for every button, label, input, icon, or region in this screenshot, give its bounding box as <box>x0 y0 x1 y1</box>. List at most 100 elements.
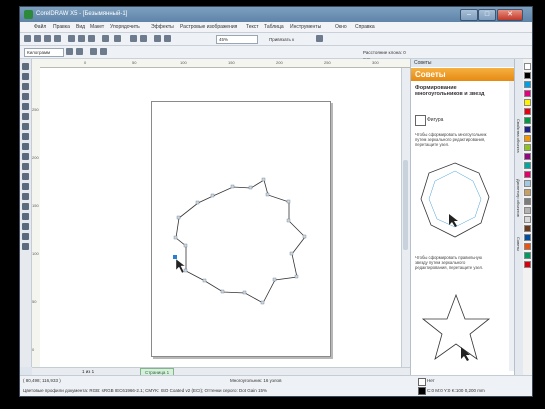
undo-icon[interactable] <box>102 35 109 42</box>
drawing-window[interactable] <box>40 68 409 367</box>
pick-tool-icon[interactable] <box>22 63 29 70</box>
palette-swatch[interactable] <box>524 108 531 115</box>
interactive-fill-tool-icon[interactable] <box>22 243 29 250</box>
paste-icon[interactable] <box>88 35 95 42</box>
open-icon[interactable] <box>34 35 41 42</box>
eyedropper-tool-icon[interactable] <box>22 213 29 220</box>
basic-shapes-tool-icon[interactable] <box>22 153 29 160</box>
polygon-nodes[interactable] <box>173 177 307 305</box>
clone-distance-field[interactable]: Расстояние клона: 0 mm <box>360 48 414 62</box>
menu-table[interactable]: Таблица <box>264 24 284 30</box>
shape-tool-icon[interactable] <box>22 73 29 80</box>
redo-icon[interactable] <box>114 35 121 42</box>
vertical-scroll-thumb[interactable] <box>403 160 408 250</box>
crop-tool-icon[interactable] <box>22 83 29 90</box>
docker-header: Советы <box>411 68 515 81</box>
options-icon[interactable] <box>316 35 323 42</box>
close-button[interactable]: ✕ <box>497 9 523 21</box>
rectangle-tool-icon[interactable] <box>22 123 29 130</box>
tab-object-properties[interactable]: Свойства объекта <box>516 119 521 153</box>
print-icon[interactable] <box>54 35 61 42</box>
color-profile-info[interactable]: Цветовые профили документа: RGB: sRGB IE… <box>23 388 353 393</box>
menu-text[interactable]: Текст <box>246 24 259 30</box>
blend-tool-icon[interactable] <box>22 203 29 210</box>
palette-swatch[interactable] <box>524 63 531 70</box>
text-tool-icon[interactable] <box>22 163 29 170</box>
tab-object-manager[interactable]: Диспетчер объектов <box>516 179 521 217</box>
connector-tool-icon[interactable] <box>22 193 29 200</box>
horizontal-ruler[interactable]: 0 50 100 150 200 250 300 <box>32 59 410 68</box>
selected-node[interactable] <box>173 255 177 259</box>
polygon-shape[interactable] <box>175 179 306 304</box>
fill-tool-icon[interactable] <box>22 233 29 240</box>
object-type-combo[interactable]: Килограмм <box>24 48 64 57</box>
palette-swatch[interactable] <box>524 216 531 223</box>
welcome-screen-icon[interactable] <box>164 35 171 42</box>
ruler-label: 100 <box>32 251 39 256</box>
palette-swatch[interactable] <box>524 162 531 169</box>
palette-swatch[interactable] <box>524 135 531 142</box>
dimension-tool-icon[interactable] <box>22 183 29 190</box>
menu-arrange[interactable]: Упорядочить <box>110 24 140 30</box>
menu-effects[interactable]: Эффекты <box>151 24 174 30</box>
application-launcher-icon[interactable] <box>154 35 161 42</box>
menu-edit[interactable]: Правка <box>53 24 70 30</box>
palette-swatch[interactable] <box>524 90 531 97</box>
palette-swatch[interactable] <box>524 225 531 232</box>
copy-icon[interactable] <box>78 35 85 42</box>
hint-heading: Формирование многоугольников и звезд <box>415 85 485 97</box>
zoom-levels-combo[interactable]: 45% <box>216 35 258 44</box>
nudge-icon[interactable] <box>100 48 107 55</box>
palette-swatch[interactable] <box>524 234 531 241</box>
ruler-label: 250 <box>32 107 39 112</box>
new-icon[interactable] <box>24 35 31 42</box>
table-tool-icon[interactable] <box>22 173 29 180</box>
save-icon[interactable] <box>44 35 51 42</box>
portrait-icon[interactable] <box>66 48 73 55</box>
menu-tools[interactable]: Инструменты <box>290 24 321 30</box>
palette-swatch[interactable] <box>524 144 531 151</box>
hint-bullet-2: Чтобы сформировать правильную звезду пут… <box>415 255 484 270</box>
freehand-tool-icon[interactable] <box>22 103 29 110</box>
export-icon[interactable] <box>140 35 147 42</box>
landscape-icon[interactable] <box>76 48 83 55</box>
palette-swatch[interactable] <box>524 72 531 79</box>
ruler-label: 50 <box>132 60 137 65</box>
palette-swatch[interactable] <box>524 252 531 259</box>
menu-window[interactable]: Окно <box>335 24 347 30</box>
palette-swatch[interactable] <box>524 117 531 124</box>
palette-swatch[interactable] <box>524 153 531 160</box>
palette-swatch[interactable] <box>524 207 531 214</box>
palette-swatch[interactable] <box>524 99 531 106</box>
minimize-button[interactable]: – <box>460 9 478 21</box>
ruler-label: 250 <box>324 60 331 65</box>
maximize-button[interactable]: □ <box>478 9 496 21</box>
polygon-tool-icon[interactable] <box>22 143 29 150</box>
menu-view[interactable]: Вид <box>76 24 85 30</box>
smart-fill-tool-icon[interactable] <box>22 113 29 120</box>
ruler-label: 200 <box>32 155 39 160</box>
zoom-tool-icon[interactable] <box>22 93 29 100</box>
ellipse-tool-icon[interactable] <box>22 133 29 140</box>
palette-swatch[interactable] <box>524 198 531 205</box>
polygon-star-drawing[interactable] <box>40 68 409 367</box>
cut-icon[interactable] <box>68 35 75 42</box>
outline-tool-icon[interactable] <box>22 223 29 230</box>
palette-swatch[interactable] <box>524 189 531 196</box>
tab-hints[interactable]: Советы <box>516 237 521 251</box>
menu-help[interactable]: Справка <box>355 24 375 30</box>
menu-layout[interactable]: Макет <box>90 24 104 30</box>
vertical-scrollbar[interactable] <box>401 68 410 367</box>
palette-swatch[interactable] <box>524 171 531 178</box>
menu-file[interactable]: Файл <box>34 24 46 30</box>
palette-swatch[interactable] <box>524 180 531 187</box>
snap-to-dropdown[interactable]: Привязать к <box>266 35 312 44</box>
palette-swatch[interactable] <box>524 81 531 88</box>
palette-swatch[interactable] <box>524 243 531 250</box>
hint-bullet-1: Чтобы сформировать многоугольник путем з… <box>415 132 487 147</box>
palette-swatch[interactable] <box>524 126 531 133</box>
units-icon[interactable] <box>90 48 97 55</box>
palette-swatch[interactable] <box>524 261 531 268</box>
menu-bitmaps[interactable]: Растровые изображения <box>180 24 237 30</box>
import-icon[interactable] <box>130 35 137 42</box>
